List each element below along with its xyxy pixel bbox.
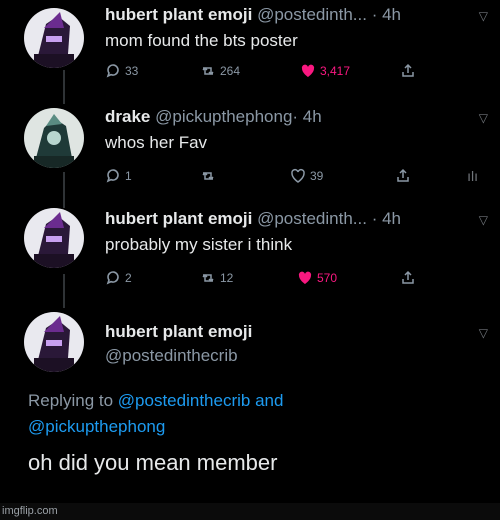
avatar-image (24, 208, 84, 268)
share-button[interactable] (395, 168, 411, 184)
timestamp: · 4h (371, 209, 401, 228)
reply-count: 1 (125, 169, 132, 183)
tweet-text: probably my sister i think (105, 235, 293, 254)
timestamp: · 4h (292, 107, 322, 126)
avatar[interactable] (24, 312, 84, 372)
reply-button[interactable]: 1 (105, 168, 132, 184)
avatar-image (24, 108, 84, 168)
heart-filled-icon (298, 271, 312, 284)
avatar[interactable] (24, 208, 84, 268)
reply-count: 2 (125, 271, 132, 285)
like-count: 570 (317, 271, 338, 285)
retweet-button[interactable]: 12 (200, 270, 233, 286)
thread-line (63, 274, 65, 308)
share-icon (402, 63, 414, 77)
action-bar: 2 12 570 (105, 270, 435, 290)
like-button[interactable]: 39 (290, 168, 323, 184)
avatar[interactable] (24, 8, 84, 68)
reply-count: 33 (125, 64, 139, 78)
more-options-icon[interactable]: ▽ (479, 326, 488, 340)
avatar-image (24, 312, 84, 372)
display-name[interactable]: hubert plant emoji (105, 209, 252, 228)
user-handle[interactable]: @postedinthecrib (105, 346, 238, 366)
replying-prefix: Replying to (28, 391, 114, 410)
more-options-icon[interactable]: ▽ (479, 213, 488, 227)
display-name[interactable]: drake (105, 107, 150, 126)
retweet-button[interactable] (200, 168, 216, 184)
like-button[interactable]: 3,417 (300, 63, 350, 79)
retweet-icon (202, 273, 214, 283)
retweet-icon (202, 171, 214, 181)
retweet-icon (202, 66, 214, 76)
user-handle[interactable]: @postedinth... (257, 209, 367, 228)
reply-button[interactable]: 33 (105, 63, 138, 79)
analytics-icon[interactable]: ılı (467, 168, 478, 184)
reply-icon (106, 271, 119, 285)
timestamp: · 4h (371, 5, 401, 24)
reply-icon (106, 169, 119, 183)
thread-line (63, 172, 65, 208)
user-handle[interactable]: @postedinth... (257, 5, 367, 24)
action-bar: 33 264 3,417 (105, 63, 435, 83)
mention-link[interactable]: @postedinthecrib (118, 391, 251, 410)
share-icon (402, 270, 414, 284)
mention-link[interactable]: @pickupthephong (28, 417, 165, 436)
reply-button[interactable]: 2 (105, 270, 132, 286)
share-button[interactable] (400, 270, 416, 286)
share-icon (397, 168, 409, 182)
heart-outline-icon (291, 168, 305, 183)
like-button[interactable]: 570 (297, 270, 337, 286)
display-name[interactable]: hubert plant emoji (105, 5, 252, 24)
action-bar: 1 39 (105, 168, 435, 188)
like-count: 39 (310, 169, 324, 183)
user-handle[interactable]: @pickupthephong (155, 107, 292, 126)
avatar-image (24, 8, 84, 68)
replying-to: Replying to @postedinthecrib and @pickup… (28, 388, 283, 440)
retweet-button[interactable]: 264 (200, 63, 240, 79)
retweet-count: 12 (220, 271, 234, 285)
heart-filled-icon (301, 64, 315, 77)
thread-line (63, 70, 65, 104)
more-options-icon[interactable]: ▽ (479, 111, 488, 125)
avatar[interactable] (24, 108, 84, 168)
tweet-text: oh did you mean member (28, 450, 278, 475)
reply-icon (106, 64, 119, 78)
bottom-bar (0, 503, 500, 520)
display-name[interactable]: hubert plant emoji (105, 322, 252, 342)
share-button[interactable] (400, 63, 416, 79)
tweet-text: whos her Fav (105, 133, 208, 152)
like-count: 3,417 (320, 64, 351, 78)
watermark: imgflip.com (2, 505, 58, 517)
replying-and: and (255, 391, 284, 410)
retweet-count: 264 (220, 64, 241, 78)
more-options-icon[interactable]: ▽ (479, 9, 488, 23)
tweet-text: mom found the bts poster (105, 31, 298, 50)
